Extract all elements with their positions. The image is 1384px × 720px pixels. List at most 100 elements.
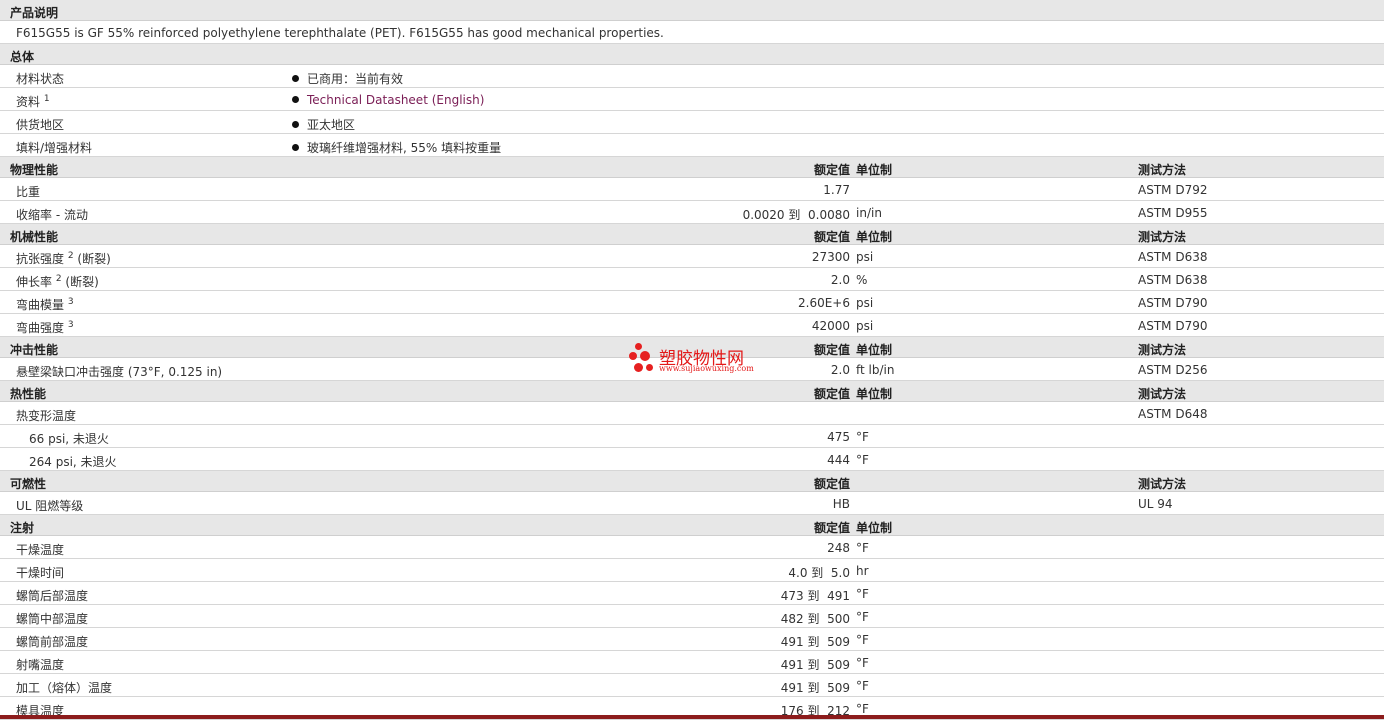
property-unit: °F xyxy=(856,587,869,601)
description-row: F615G55 is GF 55% reinforced polyethylen… xyxy=(0,21,1384,44)
property-value: 482 到 500 xyxy=(780,612,850,626)
property-unit: °F xyxy=(856,656,869,670)
property-unit: psi xyxy=(856,250,874,264)
property-value: HB xyxy=(832,497,850,511)
property-value: 0.0020 到 0.0080 xyxy=(742,208,850,222)
table-row: 伸长率 2 (断裂) 2.0 % ASTM D638 xyxy=(0,268,1384,291)
property-value: 491 到 509 xyxy=(780,635,850,649)
section-header-flammability: 可燃性 额定值 测试方法 xyxy=(0,471,1384,492)
table-row: 抗张强度 2 (断裂) 27300 psi ASTM D638 xyxy=(0,245,1384,268)
logo-dot-icon xyxy=(629,352,637,360)
property-label: 抗张强度 2 (断裂) xyxy=(16,251,111,267)
column-header-test: 测试方法 xyxy=(1138,477,1187,491)
bullet-value: Technical Datasheet (English) xyxy=(292,93,484,107)
table-row: 螺筒后部温度 473 到 491 °F xyxy=(0,582,1384,605)
property-label: 收缩率 - 流动 xyxy=(16,208,88,222)
property-unit: °F xyxy=(856,610,869,624)
datasheet-link[interactable]: Technical Datasheet (English) xyxy=(307,93,484,107)
table-row: 比重 1.77 ASTM D792 xyxy=(0,178,1384,201)
bullet-icon xyxy=(292,75,299,82)
property-value: 42000 xyxy=(811,319,850,333)
property-label: 干燥时间 xyxy=(16,566,65,580)
property-unit: psi xyxy=(856,319,874,333)
bullet-value: 亚太地区 xyxy=(292,116,355,133)
bullet-icon xyxy=(292,96,299,103)
table-row: 螺筒中部温度 482 到 500 °F xyxy=(0,605,1384,628)
property-value: 473 到 491 xyxy=(780,589,850,603)
property-label: 供货地区 xyxy=(16,118,65,132)
general-row-literature: 资料 1 Technical Datasheet (English) xyxy=(0,88,1384,111)
general-row-region: 供货地区 亚太地区 xyxy=(0,111,1384,134)
bullet-value: 玻璃纤维增强材料, 55% 填料按重量 xyxy=(292,139,501,156)
table-row: 弯曲强度 3 42000 psi ASTM D790 xyxy=(0,314,1384,337)
property-label: 弯曲模量 3 xyxy=(16,297,74,313)
bullet-value: 已商用：当前有效 xyxy=(292,70,403,87)
column-header-test: 测试方法 xyxy=(1138,343,1187,357)
test-method: ASTM D790 xyxy=(1138,296,1208,310)
column-header-value: 额定值 xyxy=(813,387,850,401)
footnote-ref: 3 xyxy=(67,320,74,330)
property-value: 4.0 到 5.0 xyxy=(788,566,850,580)
property-unit: °F xyxy=(856,453,869,467)
property-label: 加工（熔体）温度 xyxy=(16,681,113,695)
section-header-mechanical: 机械性能 额定值 单位制 测试方法 xyxy=(0,224,1384,245)
test-method: ASTM D256 xyxy=(1138,363,1208,377)
property-value: 248 xyxy=(827,541,850,555)
property-unit: in/in xyxy=(856,206,882,220)
property-unit: psi xyxy=(856,296,874,310)
property-unit: % xyxy=(856,273,868,287)
property-unit: ft lb/in xyxy=(856,363,895,377)
property-label: 螺筒前部温度 xyxy=(16,635,89,649)
general-row-status: 材料状态 已商用：当前有效 xyxy=(0,65,1384,88)
section-title: 热性能 xyxy=(10,387,47,401)
general-row-filler: 填料/增强材料 玻璃纤维增强材料, 55% 填料按重量 xyxy=(0,134,1384,157)
property-unit: °F xyxy=(856,633,869,647)
table-row: UL 阻燃等级 HB UL 94 xyxy=(0,492,1384,515)
bullet-icon xyxy=(292,121,299,128)
section-title: 产品说明 xyxy=(10,6,59,20)
property-value: 1.77 xyxy=(823,183,850,197)
property-sublabel: 264 psi, 未退火 xyxy=(29,455,117,469)
section-title: 总体 xyxy=(10,50,35,64)
footnote-ref: 3 xyxy=(67,297,74,307)
table-row: 加工（熔体）温度 491 到 509 °F xyxy=(0,674,1384,697)
description-text: F615G55 is GF 55% reinforced polyethylen… xyxy=(16,26,664,40)
test-method: ASTM D790 xyxy=(1138,319,1208,333)
column-header-unit: 单位制 xyxy=(856,521,893,535)
property-label: 填料/增强材料 xyxy=(16,141,93,155)
property-label: 射嘴温度 xyxy=(16,658,65,672)
bullet-icon xyxy=(292,144,299,151)
table-row: 弯曲模量 3 2.60E+6 psi ASTM D790 xyxy=(0,291,1384,314)
section-header-physical: 物理性能 额定值 单位制 测试方法 xyxy=(0,157,1384,178)
property-label: 伸长率 2 (断裂) xyxy=(16,274,99,290)
logo-dot-icon xyxy=(634,363,643,372)
logo-dot-icon xyxy=(646,364,653,371)
column-header-value: 额定值 xyxy=(813,477,850,491)
section-header-thermal: 热性能 额定值 单位制 测试方法 xyxy=(0,381,1384,402)
footer-bar xyxy=(0,715,1384,719)
column-header-test: 测试方法 xyxy=(1138,387,1187,401)
column-header-unit: 单位制 xyxy=(856,230,893,244)
watermark-logo: 塑胶物性网 www.sujiaowuxing.com xyxy=(629,343,769,379)
property-unit: hr xyxy=(856,564,869,578)
column-header-value: 额定值 xyxy=(813,163,850,177)
column-header-unit: 单位制 xyxy=(856,163,893,177)
section-header-description: 产品说明 xyxy=(0,0,1384,21)
footnote-ref: 1 xyxy=(43,94,50,104)
property-value: 2.0 xyxy=(830,273,850,287)
section-header-injection: 注射 额定值 单位制 xyxy=(0,515,1384,536)
property-sublabel: 66 psi, 未退火 xyxy=(29,432,109,446)
table-row: 热变形温度 ASTM D648 xyxy=(0,402,1384,425)
property-unit: °F xyxy=(856,430,869,444)
property-value: 491 到 509 xyxy=(780,658,850,672)
section-title: 冲击性能 xyxy=(10,343,59,357)
watermark-text-en: www.sujiaowuxing.com xyxy=(659,364,754,373)
column-header-unit: 单位制 xyxy=(856,343,893,357)
property-unit: °F xyxy=(856,679,869,693)
property-label: UL 阻燃等级 xyxy=(16,499,84,513)
section-title: 机械性能 xyxy=(10,230,59,244)
section-title: 物理性能 xyxy=(10,163,59,177)
property-value: 491 到 509 xyxy=(780,681,850,695)
property-label: 热变形温度 xyxy=(16,409,77,423)
property-value: 2.60E+6 xyxy=(798,296,850,310)
